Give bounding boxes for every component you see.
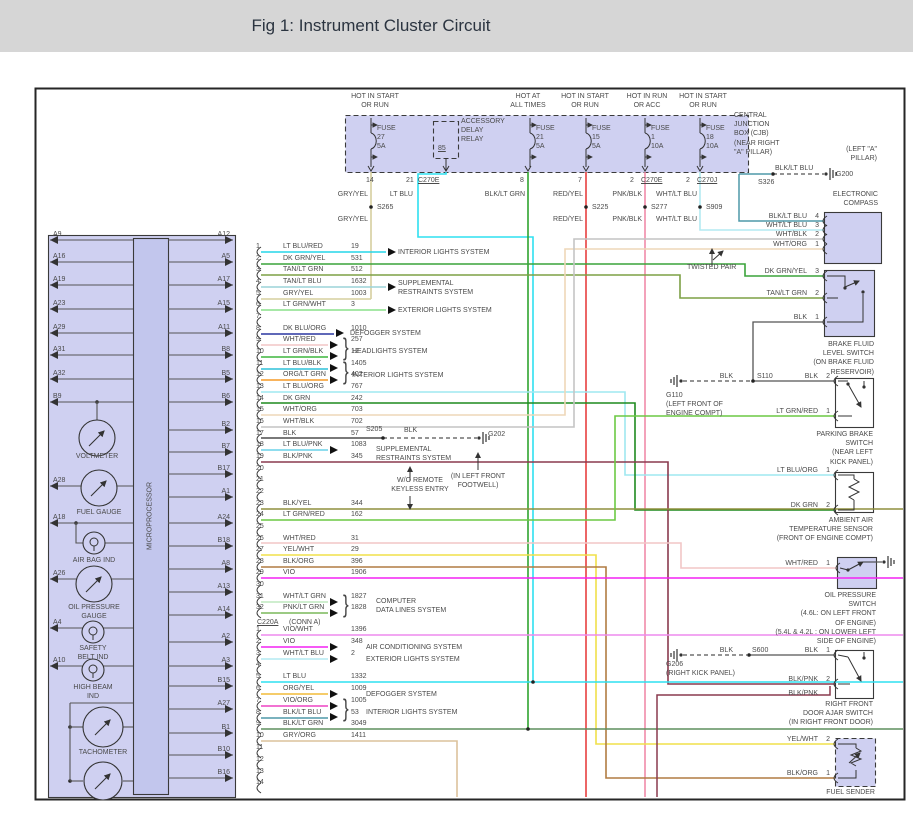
door-ajar-switch-box [836,651,874,699]
junction-dot [771,172,775,176]
junction-dot [824,172,827,175]
accessory-delay-relay-box [434,122,459,159]
junction-dot [862,656,865,659]
microprocessor-bar [134,239,169,795]
wiring-diagram-canvas [0,0,913,818]
junction-dot [846,382,849,385]
junction-dot [369,205,373,209]
junction-dot [747,653,751,657]
junction-dot [846,568,849,571]
brake-fluid-switch-box [825,271,875,337]
junction-dot [861,290,864,293]
junction-dot [643,205,647,209]
junction-dot [843,286,846,289]
junction-dot [584,205,588,209]
wiring-diagram-page: { "title": "Fig 1: Instrument Cluster Ci… [0,0,913,818]
junction-dot [381,436,385,440]
junction-dot [526,727,530,731]
electronic-compass-box [825,213,882,264]
junction-dot [531,680,535,684]
junction-dot [679,653,682,656]
central-junction-box [346,116,749,173]
junction-dot [751,379,755,383]
junction-dot [477,436,480,439]
junction-dot [698,205,702,209]
junction-dot [862,385,865,388]
junction-dot [679,379,682,382]
parking-brake-switch-box [836,379,874,428]
junction-dot [882,560,885,563]
